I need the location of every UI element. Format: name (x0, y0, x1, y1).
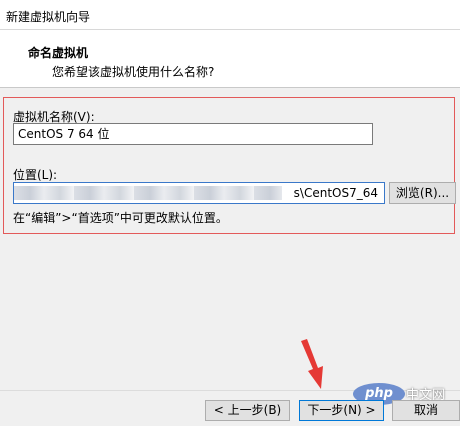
cancel-button[interactable]: 取消 (392, 400, 460, 421)
next-button[interactable]: 下一步(N) > (299, 400, 384, 421)
location-value: s\CentOS7_64 (293, 186, 378, 200)
vm-name-input[interactable]: CentOS 7 64 位 (13, 123, 373, 145)
browse-button[interactable]: 浏览(R)... (389, 182, 456, 204)
back-button[interactable]: < 上一步(B) (205, 400, 290, 421)
wizard-header: 命名虚拟机 您希望该虚拟机使用什么名称? (0, 30, 460, 88)
location-hint: 在“编辑”>“首选项”中可更改默认位置。 (13, 211, 228, 225)
red-arrow-icon (301, 339, 323, 389)
window-titlebar: 新建虚拟机向导 (0, 0, 460, 30)
blurred-path (14, 186, 282, 200)
page-subtitle: 您希望该虚拟机使用什么名称? (52, 65, 215, 79)
window-title: 新建虚拟机向导 (6, 10, 91, 24)
location-label: 位置(L): (13, 168, 58, 182)
highlight-panel: 虚拟机名称(V): CentOS 7 64 位 位置(L): s\CentOS7… (3, 97, 456, 234)
page-title: 命名虚拟机 (28, 46, 89, 60)
location-input[interactable]: s\CentOS7_64 (13, 182, 385, 204)
